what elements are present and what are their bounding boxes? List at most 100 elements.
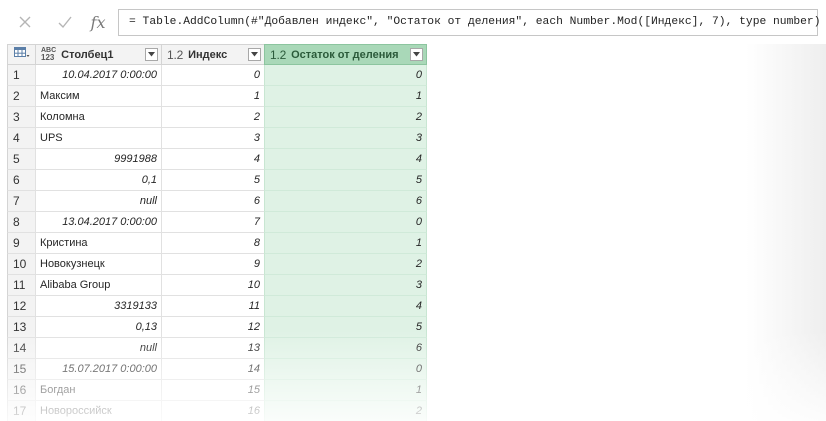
table-row[interactable]: 15 15.07.2017 0:00:00 14 0 — [7, 359, 427, 380]
table-row[interactable]: 10 Новокузнецк 9 2 — [7, 254, 427, 275]
cell-remainder[interactable]: 3 — [264, 128, 427, 149]
cell-stolbets1[interactable]: Богдан — [35, 380, 161, 401]
fx-icon[interactable]: fx — [87, 11, 109, 33]
cell-index[interactable]: 2 — [161, 107, 264, 128]
cell-index[interactable]: 12 — [161, 317, 264, 338]
table-row[interactable]: 8 13.04.2017 0:00:00 7 0 — [7, 212, 427, 233]
table-row[interactable]: 1 10.04.2017 0:00:00 0 0 — [7, 65, 427, 86]
row-number[interactable]: 13 — [7, 317, 35, 338]
table-row[interactable]: 2 Максим 1 1 — [7, 86, 427, 107]
row-number[interactable]: 14 — [7, 338, 35, 359]
row-number[interactable]: 16 — [7, 380, 35, 401]
cell-remainder[interactable]: 0 — [264, 65, 427, 86]
cell-stolbets1[interactable]: Новокузнецк — [35, 254, 161, 275]
table-row[interactable]: 5 9991988 4 4 — [7, 149, 427, 170]
table-menu-button[interactable] — [7, 44, 35, 65]
row-number[interactable]: 7 — [7, 191, 35, 212]
cell-remainder[interactable]: 1 — [264, 380, 427, 401]
cell-index[interactable]: 7 — [161, 212, 264, 233]
cell-index[interactable]: 14 — [161, 359, 264, 380]
table-row[interactable]: 14 null 13 6 — [7, 338, 427, 359]
column-header-stolbets1[interactable]: ABC 123 Столбец1 — [35, 44, 161, 65]
row-number[interactable]: 5 — [7, 149, 35, 170]
cell-stolbets1[interactable]: UPS — [35, 128, 161, 149]
cell-index[interactable]: 10 — [161, 275, 264, 296]
cell-index[interactable]: 1 — [161, 86, 264, 107]
table-row[interactable]: 7 null 6 6 — [7, 191, 427, 212]
row-number[interactable]: 15 — [7, 359, 35, 380]
cell-stolbets1[interactable]: 10.04.2017 0:00:00 — [35, 65, 161, 86]
cell-remainder[interactable]: 5 — [264, 317, 427, 338]
table-row[interactable]: 16 Богдан 15 1 — [7, 380, 427, 401]
cell-index[interactable]: 5 — [161, 170, 264, 191]
row-number[interactable]: 11 — [7, 275, 35, 296]
cell-index[interactable]: 4 — [161, 149, 264, 170]
cell-index[interactable]: 13 — [161, 338, 264, 359]
table-row[interactable]: 9 Кристина 8 1 — [7, 233, 427, 254]
cell-remainder[interactable]: 6 — [264, 338, 427, 359]
cell-stolbets1[interactable]: 15.07.2017 0:00:00 — [35, 359, 161, 380]
cell-remainder[interactable]: 2 — [264, 254, 427, 275]
cell-remainder[interactable]: 3 — [264, 275, 427, 296]
column-header-index[interactable]: 1.2 Индекс — [161, 44, 264, 65]
cell-remainder[interactable]: 2 — [264, 401, 427, 421]
row-number[interactable]: 12 — [7, 296, 35, 317]
cell-remainder[interactable]: 1 — [264, 86, 427, 107]
chevron-down-icon[interactable] — [410, 48, 423, 61]
cell-index[interactable]: 3 — [161, 128, 264, 149]
cell-stolbets1[interactable]: Кристина — [35, 233, 161, 254]
row-number[interactable]: 8 — [7, 212, 35, 233]
cell-remainder[interactable]: 4 — [264, 149, 427, 170]
column-header-remainder[interactable]: 1.2 Остаток от деления — [264, 44, 427, 65]
cell-index[interactable]: 0 — [161, 65, 264, 86]
column-label: Столбец1 — [61, 48, 114, 61]
cell-index[interactable]: 11 — [161, 296, 264, 317]
check-icon[interactable] — [54, 11, 76, 33]
cell-stolbets1[interactable]: Alibaba Group — [35, 275, 161, 296]
cell-stolbets1[interactable]: null — [35, 191, 161, 212]
row-number[interactable]: 9 — [7, 233, 35, 254]
cell-remainder[interactable]: 6 — [264, 191, 427, 212]
x-icon[interactable] — [14, 11, 36, 33]
table-row[interactable]: 3 Коломна 2 2 — [7, 107, 427, 128]
cell-stolbets1[interactable]: 0,13 — [35, 317, 161, 338]
row-number[interactable]: 6 — [7, 170, 35, 191]
row-number[interactable]: 3 — [7, 107, 35, 128]
cell-remainder[interactable]: 4 — [264, 296, 427, 317]
cell-stolbets1[interactable]: 3319133 — [35, 296, 161, 317]
cell-index[interactable]: 6 — [161, 191, 264, 212]
cell-index[interactable]: 16 — [161, 401, 264, 421]
cell-stolbets1[interactable]: 0,1 — [35, 170, 161, 191]
row-number[interactable]: 1 — [7, 65, 35, 86]
cell-remainder[interactable]: 1 — [264, 233, 427, 254]
cell-index[interactable]: 9 — [161, 254, 264, 275]
formula-input[interactable]: = Table.AddColumn(#"Добавлен индекс", "О… — [118, 9, 820, 36]
table-row[interactable]: 6 0,1 5 5 — [7, 170, 427, 191]
cell-index[interactable]: 8 — [161, 233, 264, 254]
cell-stolbets1[interactable]: Коломна — [35, 107, 161, 128]
cell-stolbets1[interactable]: Новороссийск — [35, 401, 161, 421]
data-grid: ABC 123 Столбец1 1.2 Индекс 1.2 Остаток о… — [7, 44, 427, 421]
cell-remainder[interactable]: 0 — [264, 212, 427, 233]
chevron-down-icon[interactable] — [145, 48, 158, 61]
table-row[interactable]: 12 3319133 11 4 — [7, 296, 427, 317]
cell-remainder[interactable]: 0 — [264, 359, 427, 380]
column-label: Остаток от деления — [291, 48, 399, 61]
cell-index[interactable]: 15 — [161, 380, 264, 401]
row-number[interactable]: 10 — [7, 254, 35, 275]
chevron-down-icon[interactable] — [248, 48, 261, 61]
table-row[interactable]: 17 Новороссийск 16 2 — [7, 401, 427, 421]
table-row[interactable]: 11 Alibaba Group 10 3 — [7, 275, 427, 296]
cell-stolbets1[interactable]: 13.04.2017 0:00:00 — [35, 212, 161, 233]
cell-stolbets1[interactable]: 9991988 — [35, 149, 161, 170]
table-row[interactable]: 4 UPS 3 3 — [7, 128, 427, 149]
row-number[interactable]: 2 — [7, 86, 35, 107]
row-number[interactable]: 17 — [7, 401, 35, 421]
type-any-icon: ABC 123 — [41, 47, 57, 62]
table-row[interactable]: 13 0,13 12 5 — [7, 317, 427, 338]
row-number[interactable]: 4 — [7, 128, 35, 149]
cell-remainder[interactable]: 5 — [264, 170, 427, 191]
cell-stolbets1[interactable]: Максим — [35, 86, 161, 107]
cell-stolbets1[interactable]: null — [35, 338, 161, 359]
cell-remainder[interactable]: 2 — [264, 107, 427, 128]
